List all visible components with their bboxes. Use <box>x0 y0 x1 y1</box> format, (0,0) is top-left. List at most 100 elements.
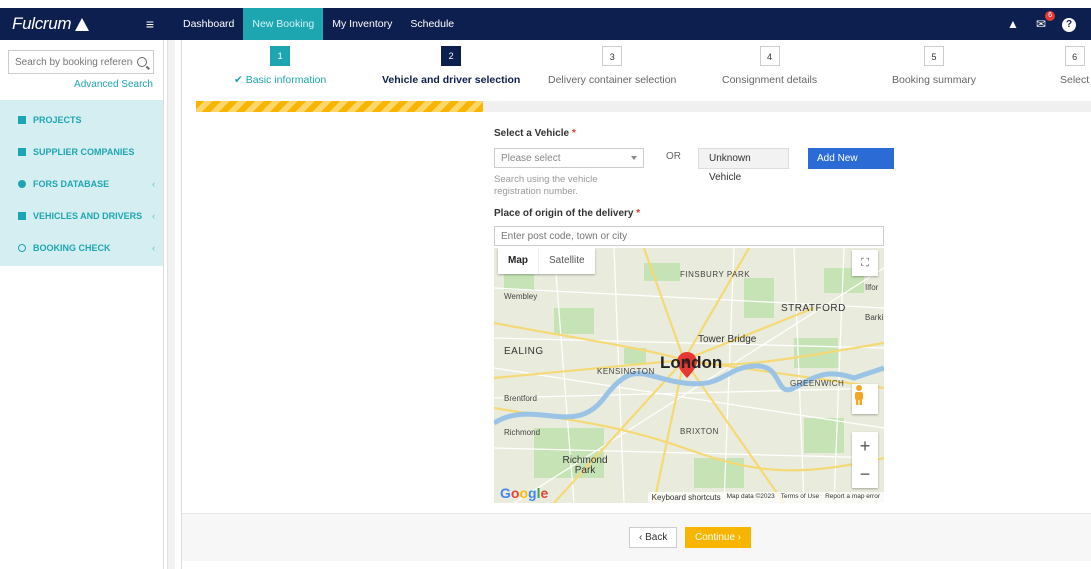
truck-icon <box>18 212 26 220</box>
help-icon[interactable]: ? <box>1061 16 1077 32</box>
step-number: 2 <box>441 46 462 66</box>
progress-bar <box>196 101 1091 112</box>
nav-icons: ▲ ✉ 6 ? <box>1005 11 1091 32</box>
map-attribution: Keyboard shortcuts Map data ©2023 Terms … <box>647 492 884 503</box>
logo[interactable]: Fulcrum <box>12 14 90 34</box>
sidebar-item-vehicles-and-drivers[interactable]: VEHICLES AND DRIVERS ‹ <box>0 200 163 232</box>
zoom-in-icon[interactable]: + <box>852 432 878 460</box>
map-label-london: London <box>660 353 723 372</box>
step-5[interactable]: 5 Booking summary <box>892 46 976 86</box>
step-number: 3 <box>602 46 623 66</box>
brand: Fulcrum ≡ <box>0 8 164 40</box>
logo-text: Fulcrum <box>12 14 72 33</box>
step-number: 4 <box>759 46 780 66</box>
chevron-left-icon: ‹ <box>152 211 155 221</box>
sidebar-item-projects[interactable]: PROJECTS <box>0 104 163 136</box>
sidebar-search <box>0 40 163 74</box>
vehicle-select[interactable]: Please select <box>494 148 644 168</box>
vehicle-label: Select a Vehicle * <box>494 128 894 139</box>
add-new-vehicle-button[interactable]: Add New Vehicle <box>808 148 894 185</box>
map-type-control: Map Satellite <box>498 248 595 274</box>
vehicle-select-value: Please select <box>501 152 561 164</box>
clock-icon <box>18 244 26 252</box>
map-label-richmond: Richmond <box>504 428 541 437</box>
step-3[interactable]: 3 Delivery container selection <box>548 46 676 86</box>
back-button[interactable]: ‹ Back <box>629 527 678 548</box>
keyboard-shortcuts-link[interactable]: Keyboard shortcuts <box>652 493 721 502</box>
unknown-vehicle-button[interactable]: Unknown Vehicle <box>698 148 789 183</box>
advanced-search-link[interactable]: Advanced Search <box>0 74 163 90</box>
step-4[interactable]: 4 Consignment details <box>722 46 817 86</box>
mail-icon[interactable]: ✉ 6 <box>1033 11 1055 31</box>
warning-icon[interactable]: ▲ <box>1005 17 1021 31</box>
step-label: Booking summary <box>892 74 977 86</box>
sidebar-item-booking-check[interactable]: BOOKING CHECK ‹ <box>0 232 163 264</box>
chevron-down-icon <box>631 156 637 160</box>
step-1[interactable]: 1 ✔ Basic information <box>234 46 326 86</box>
projects-icon <box>18 116 26 124</box>
required-mark: * <box>636 208 641 219</box>
map-type-map-button[interactable]: Map <box>498 248 538 274</box>
nav-new-booking[interactable]: New Booking <box>243 8 324 40</box>
nav-my-inventory[interactable]: My Inventory <box>323 8 401 40</box>
map-canvas[interactable] <box>494 248 884 503</box>
step-6[interactable]: 6 Select <box>1060 46 1089 86</box>
step-label: Select <box>1060 74 1090 86</box>
step-number: 1 <box>270 46 291 66</box>
map-data-text: Map data ©2023 <box>726 493 775 500</box>
hamburger-menu-icon[interactable]: ≡ <box>146 16 154 32</box>
booking-steps: 1 ✔ Basic information 2 Vehicle and driv… <box>182 40 1091 100</box>
chevron-left-icon: ‹ <box>152 179 155 189</box>
map-label-richmond-park: Richmond Park <box>562 455 608 476</box>
report-map-error-link[interactable]: Report a map error <box>825 493 880 502</box>
terms-of-use-link[interactable]: Terms of Use <box>781 493 819 502</box>
top-navbar: Fulcrum ≡ Dashboard New Booking My Inven… <box>0 8 1091 40</box>
sidebar-resize-handle[interactable] <box>167 40 175 569</box>
step-label: ✔ Basic information <box>234 74 327 86</box>
nav-dashboard[interactable]: Dashboard <box>174 8 243 40</box>
nav-schedule[interactable]: Schedule <box>401 8 463 40</box>
sidebar-item-fors-database[interactable]: FORS DATABASE ‹ <box>0 168 163 200</box>
step-number: 6 <box>1064 46 1085 66</box>
or-separator: OR <box>666 151 681 162</box>
step-number: 5 <box>924 46 945 66</box>
map-label-kensington: KENSINGTON <box>597 367 655 376</box>
sidebar: Advanced Search PROJECTS SUPPLIER COMPAN… <box>0 40 164 569</box>
map[interactable]: Wembley FINSBURY PARK STRATFORD Ilfor Ba… <box>494 248 884 503</box>
main-content: 1 ✔ Basic information 2 Vehicle and driv… <box>181 40 1091 569</box>
vehicle-help-text: Search using the vehicle registration nu… <box>494 174 598 197</box>
map-label-ealing: EALING <box>504 346 544 357</box>
map-label-finsbury-park: FINSBURY PARK <box>680 270 751 279</box>
step-2[interactable]: 2 Vehicle and driver selection <box>382 46 520 86</box>
sidebar-item-label: BOOKING CHECK <box>33 243 111 253</box>
booking-search-input[interactable] <box>15 56 133 68</box>
step-label: Delivery container selection <box>548 74 677 86</box>
sidebar-item-label: VEHICLES AND DRIVERS <box>33 211 143 221</box>
map-label-greenwich: GREENWICH <box>790 379 845 388</box>
sidebar-item-label: SUPPLIER COMPANIES <box>33 147 135 157</box>
zoom-control: + − <box>852 432 878 488</box>
zoom-out-icon[interactable]: − <box>852 460 878 488</box>
progress-fill <box>196 101 483 112</box>
map-label-tower-bridge: Tower Bridge <box>698 334 757 345</box>
map-type-satellite-button[interactable]: Satellite <box>538 248 595 274</box>
origin-label-text: Place of origin of the delivery <box>494 208 634 219</box>
street-view-pegman-icon[interactable] <box>852 384 878 414</box>
form-footer: ‹ Back Continue › <box>182 513 1091 561</box>
continue-button[interactable]: Continue › <box>685 527 752 548</box>
fullscreen-icon[interactable]: ⛶ <box>852 250 878 276</box>
vehicle-select-col: Please select Search using the vehicle r… <box>494 148 644 198</box>
sidebar-item-supplier-companies[interactable]: SUPPLIER COMPANIES <box>0 136 163 168</box>
main-nav: Dashboard New Booking My Inventory Sched… <box>174 8 463 40</box>
search-icon[interactable] <box>137 57 147 67</box>
google-logo: Google <box>500 485 549 501</box>
map-label-stratford: STRATFORD <box>781 303 846 314</box>
vehicle-form: Select a Vehicle * Please select Search … <box>494 128 894 246</box>
step-label: Consignment details <box>722 74 818 86</box>
origin-input[interactable] <box>494 226 884 246</box>
origin-label: Place of origin of the delivery * <box>494 208 894 219</box>
truck-icon <box>18 148 26 156</box>
vehicle-label-text: Select a Vehicle <box>494 128 570 139</box>
map-label-ilford: Ilfor <box>865 283 879 292</box>
sidebar-menu: PROJECTS SUPPLIER COMPANIES FORS DATABAS… <box>0 100 163 266</box>
